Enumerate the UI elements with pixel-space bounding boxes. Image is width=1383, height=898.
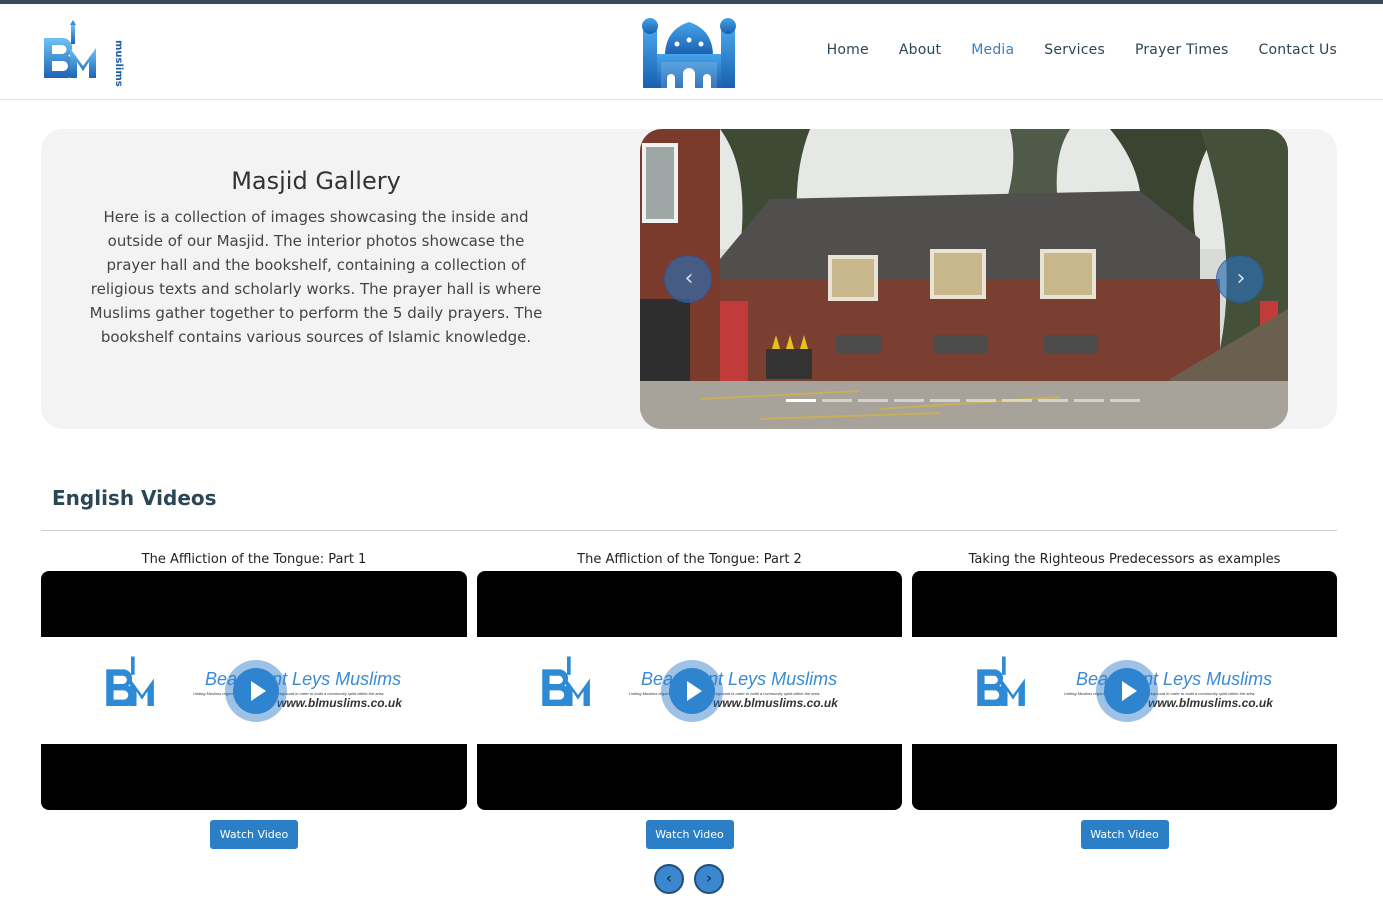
nav-prayer-times[interactable]: Prayer Times xyxy=(1135,42,1229,58)
carousel-indicators xyxy=(786,399,1140,402)
carousel-indicator[interactable] xyxy=(786,399,816,402)
blm-logo-thumb xyxy=(977,656,1025,707)
blm-logo[interactable]: muslims xyxy=(40,18,126,90)
play-icon[interactable] xyxy=(1096,660,1158,722)
gallery-title: Masjid Gallery xyxy=(231,167,401,195)
videos-next-button[interactable]: › xyxy=(694,864,724,894)
thumb-url-text: www.blmuslims.co.uk xyxy=(1148,696,1273,710)
play-icon[interactable] xyxy=(225,660,287,722)
logo-text: muslims xyxy=(113,40,124,87)
play-icon[interactable] xyxy=(661,660,723,722)
watch-video-button[interactable]: Watch Video xyxy=(1080,820,1169,849)
carousel-next-button[interactable]: › xyxy=(1216,255,1264,303)
mosque-logo xyxy=(642,18,736,88)
chevron-left-icon: ‹ xyxy=(684,266,694,291)
watch-video-button[interactable]: Watch Video xyxy=(645,820,734,849)
gallery-text: Masjid Gallery Here is a collection of i… xyxy=(86,167,546,349)
nav-contact-us[interactable]: Contact Us xyxy=(1259,42,1337,58)
nav-services[interactable]: Services xyxy=(1044,42,1105,58)
carousel-prev-button[interactable]: ‹ xyxy=(664,255,712,303)
english-videos-title: English Videos xyxy=(52,486,217,510)
carousel-indicator[interactable] xyxy=(1002,399,1032,402)
thumb-url-text: www.blmuslims.co.uk xyxy=(713,696,838,710)
thumb-url-text: www.blmuslims.co.uk xyxy=(277,696,402,710)
videos-prev-button[interactable]: ‹ xyxy=(654,864,684,894)
carousel-indicator[interactable] xyxy=(822,399,852,402)
carousel-indicator[interactable] xyxy=(966,399,996,402)
nav-about[interactable]: About xyxy=(899,42,941,58)
nav-media[interactable]: Media xyxy=(971,42,1014,58)
video-title: The Affliction of the Tongue: Part 1 xyxy=(141,552,367,567)
masjid-photo xyxy=(640,129,1288,429)
blm-logo-thumb xyxy=(106,656,154,707)
video-player[interactable]: Beaumont Leys Muslims Uniting Muslims re… xyxy=(912,571,1337,810)
carousel-indicator[interactable] xyxy=(930,399,960,402)
video-title: The Affliction of the Tongue: Part 2 xyxy=(577,552,802,567)
chevron-left-icon: ‹ xyxy=(665,869,673,887)
video-title: Taking the Righteous Predecessors as exa… xyxy=(968,552,1281,567)
gallery-carousel[interactable]: ‹ › xyxy=(640,129,1288,429)
watch-video-button[interactable]: Watch Video xyxy=(210,820,298,849)
video-card: The Affliction of the Tongue: Part 1 Bea… xyxy=(41,552,467,849)
chevron-right-icon: › xyxy=(705,869,713,887)
blm-logo-thumb xyxy=(542,656,590,707)
masjid-gallery: Masjid Gallery Here is a collection of i… xyxy=(41,129,1337,429)
section-divider xyxy=(41,530,1337,531)
chevron-right-icon: › xyxy=(1236,266,1246,291)
video-card: The Affliction of the Tongue: Part 2 Bea… xyxy=(477,552,902,849)
carousel-indicator[interactable] xyxy=(1074,399,1104,402)
gallery-description: Here is a collection of images showcasin… xyxy=(89,208,543,346)
video-player[interactable]: Beaumont Leys Muslims Uniting Muslims re… xyxy=(41,571,467,810)
site-header: muslims Home About Media Services Prayer… xyxy=(0,4,1383,100)
carousel-indicator[interactable] xyxy=(894,399,924,402)
main-nav: Home About Media Services Prayer Times C… xyxy=(827,42,1337,58)
video-player[interactable]: Beaumont Leys Muslims Uniting Muslims re… xyxy=(477,571,902,810)
nav-home[interactable]: Home xyxy=(827,42,869,58)
video-card: Taking the Righteous Predecessors as exa… xyxy=(912,552,1337,849)
carousel-indicator[interactable] xyxy=(1038,399,1068,402)
carousel-indicator[interactable] xyxy=(858,399,888,402)
carousel-indicator[interactable] xyxy=(1110,399,1140,402)
